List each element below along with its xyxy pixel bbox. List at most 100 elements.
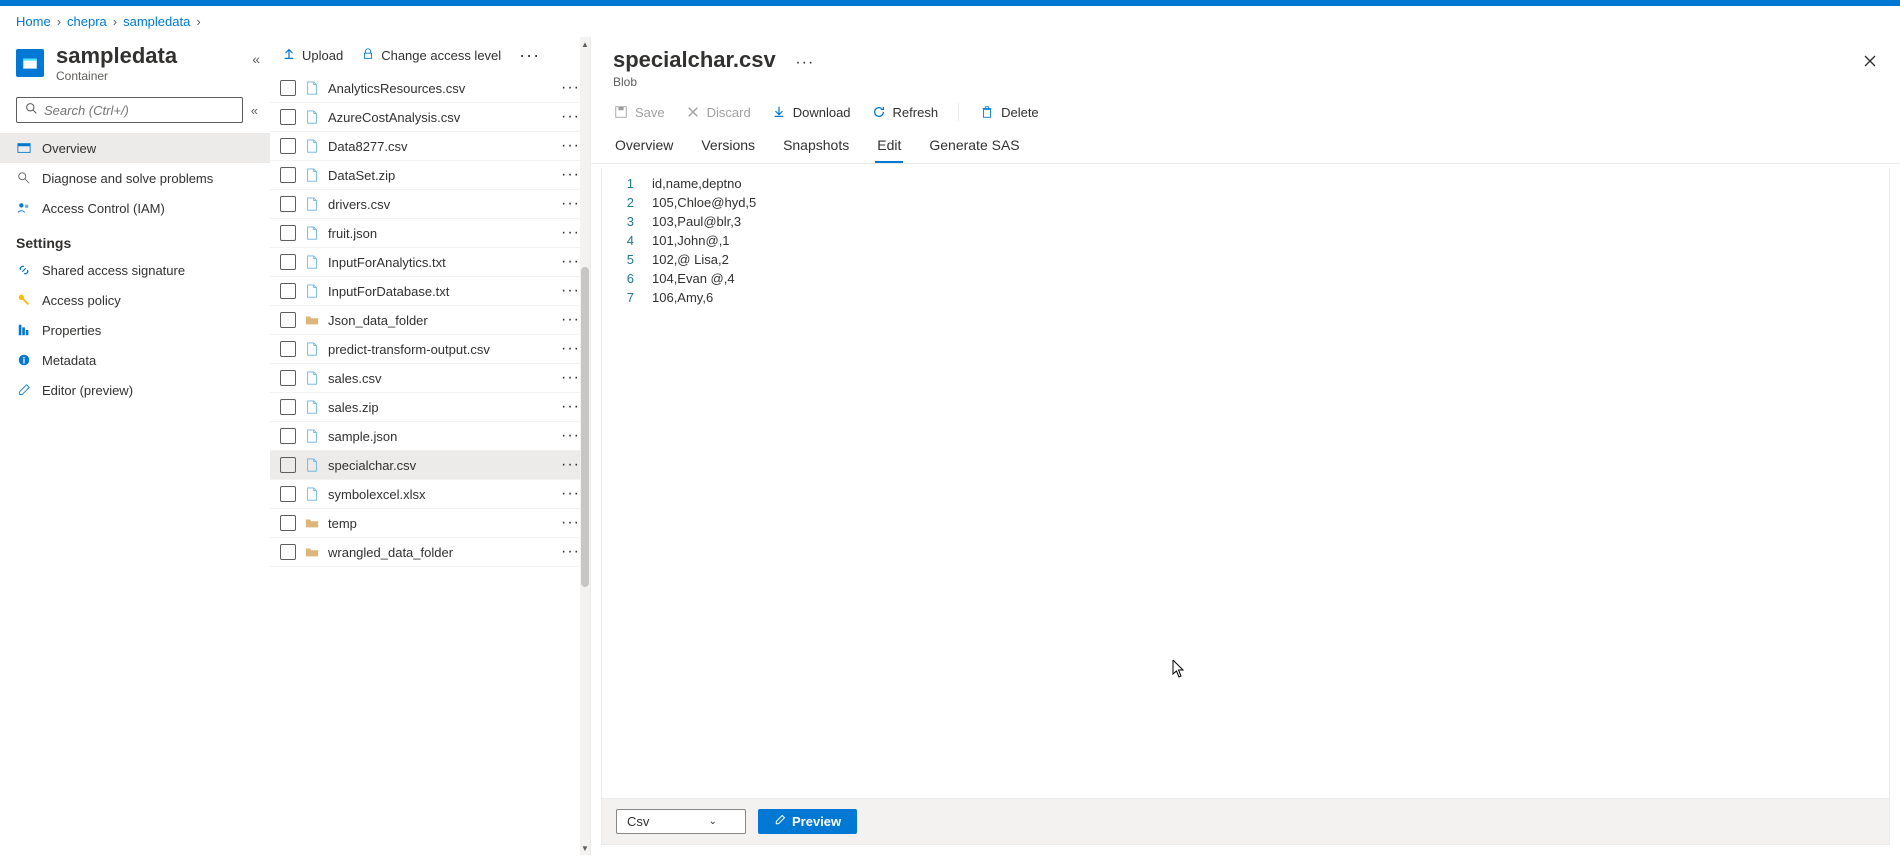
checkbox[interactable] bbox=[280, 138, 296, 154]
more-actions-button[interactable]: ··· bbox=[519, 45, 540, 66]
file-row[interactable]: wrangled_data_folder··· bbox=[270, 538, 590, 567]
file-row[interactable]: Json_data_folder··· bbox=[270, 306, 590, 335]
file-more-actions[interactable]: ··· bbox=[561, 253, 580, 271]
checkbox[interactable] bbox=[280, 341, 296, 357]
checkbox[interactable] bbox=[280, 544, 296, 560]
nav-access-policy[interactable]: Access policy bbox=[0, 285, 270, 315]
breadcrumb-home[interactable]: Home bbox=[16, 14, 51, 29]
file-more-actions[interactable]: ··· bbox=[561, 195, 580, 213]
code-content[interactable]: id,name,deptno105,Chloe@hyd,5103,Paul@bl… bbox=[652, 174, 1889, 792]
file-more-actions[interactable]: ··· bbox=[561, 311, 580, 329]
search-field[interactable] bbox=[44, 103, 234, 118]
file-row[interactable]: InputForDatabase.txt··· bbox=[270, 277, 590, 306]
tab-generate-sas[interactable]: Generate SAS bbox=[927, 129, 1021, 163]
scrollbar-thumb[interactable] bbox=[581, 267, 589, 587]
file-more-actions[interactable]: ··· bbox=[561, 108, 580, 126]
checkbox[interactable] bbox=[280, 399, 296, 415]
checkbox[interactable] bbox=[280, 515, 296, 531]
tab-snapshots[interactable]: Snapshots bbox=[781, 129, 851, 163]
code-line[interactable]: 102,@ Lisa,2 bbox=[652, 250, 1889, 269]
file-more-actions[interactable]: ··· bbox=[561, 166, 580, 184]
file-row[interactable]: sales.csv··· bbox=[270, 364, 590, 393]
format-select[interactable]: Csv ⌄ bbox=[616, 809, 746, 834]
checkbox[interactable] bbox=[280, 486, 296, 502]
preview-button[interactable]: Preview bbox=[758, 809, 857, 834]
checkbox[interactable] bbox=[280, 196, 296, 212]
file-row[interactable]: fruit.json··· bbox=[270, 219, 590, 248]
file-row[interactable]: AnalyticsResources.csv ··· bbox=[270, 74, 590, 103]
scroll-up-icon[interactable]: ▲ bbox=[580, 37, 590, 51]
checkbox[interactable] bbox=[280, 283, 296, 299]
refresh-button[interactable]: Refresh bbox=[871, 104, 939, 120]
code-line[interactable]: 105,Chloe@hyd,5 bbox=[652, 193, 1889, 212]
file-more-actions[interactable]: ··· bbox=[561, 514, 580, 532]
key-icon bbox=[16, 292, 32, 308]
nav-metadata[interactable]: i Metadata bbox=[0, 345, 270, 375]
checkbox[interactable] bbox=[280, 370, 296, 386]
file-more-actions[interactable]: ··· bbox=[561, 485, 580, 503]
nav-diagnose[interactable]: Diagnose and solve problems bbox=[0, 163, 270, 193]
file-row[interactable]: drivers.csv··· bbox=[270, 190, 590, 219]
file-name: AnalyticsResources.csv bbox=[328, 81, 553, 96]
file-row[interactable]: sample.json··· bbox=[270, 422, 590, 451]
checkbox[interactable] bbox=[280, 109, 296, 125]
file-row[interactable]: temp··· bbox=[270, 509, 590, 538]
file-row[interactable]: specialchar.csv ··· bbox=[270, 451, 590, 480]
search-input[interactable] bbox=[16, 97, 243, 123]
file-row[interactable]: AzureCostAnalysis.csv··· bbox=[270, 103, 590, 132]
blob-more-actions[interactable]: ··· bbox=[795, 50, 814, 71]
upload-button[interactable]: Upload bbox=[282, 47, 343, 64]
file-more-actions[interactable]: ··· bbox=[561, 369, 580, 387]
checkbox[interactable] bbox=[280, 167, 296, 183]
change-access-button[interactable]: Change access level bbox=[361, 47, 501, 64]
code-line[interactable]: 106,Amy,6 bbox=[652, 288, 1889, 307]
svg-text:i: i bbox=[23, 356, 25, 366]
tab-overview[interactable]: Overview bbox=[613, 129, 675, 163]
close-button[interactable] bbox=[1862, 47, 1878, 74]
file-more-actions[interactable]: ··· bbox=[561, 79, 580, 97]
delete-button[interactable]: Delete bbox=[979, 104, 1039, 120]
file-more-actions[interactable]: ··· bbox=[561, 543, 580, 561]
nav-label: Access policy bbox=[42, 293, 121, 308]
file-row[interactable]: symbolexcel.xlsx··· bbox=[270, 480, 590, 509]
file-row[interactable]: InputForAnalytics.txt··· bbox=[270, 248, 590, 277]
checkbox[interactable] bbox=[280, 457, 296, 473]
code-line[interactable]: 104,Evan @,4 bbox=[652, 269, 1889, 288]
code-line[interactable]: id,name,deptno bbox=[652, 174, 1889, 193]
checkbox[interactable] bbox=[280, 225, 296, 241]
checkbox[interactable] bbox=[280, 312, 296, 328]
code-line[interactable]: 103,Paul@blr,3 bbox=[652, 212, 1889, 231]
file-row[interactable]: DataSet.zip··· bbox=[270, 161, 590, 190]
scrollbar[interactable]: ▲ ▼ bbox=[580, 37, 590, 855]
file-more-actions[interactable]: ··· bbox=[561, 456, 580, 474]
download-button[interactable]: Download bbox=[771, 104, 851, 120]
file-name: specialchar.csv bbox=[328, 458, 553, 473]
scroll-down-icon[interactable]: ▼ bbox=[580, 841, 590, 855]
nav-sas[interactable]: Shared access signature bbox=[0, 255, 270, 285]
file-more-actions[interactable]: ··· bbox=[561, 398, 580, 416]
file-more-actions[interactable]: ··· bbox=[561, 282, 580, 300]
nav-iam[interactable]: Access Control (IAM) bbox=[0, 193, 270, 223]
code-line[interactable]: 101,John@,1 bbox=[652, 231, 1889, 250]
file-row[interactable]: Data8277.csv··· bbox=[270, 132, 590, 161]
checkbox[interactable] bbox=[280, 254, 296, 270]
nav-properties[interactable]: Properties bbox=[0, 315, 270, 345]
file-row[interactable]: sales.zip··· bbox=[270, 393, 590, 422]
collapse-chevron-icon[interactable]: « bbox=[252, 51, 260, 67]
file-more-actions[interactable]: ··· bbox=[561, 224, 580, 242]
nav-editor[interactable]: Editor (preview) bbox=[0, 375, 270, 405]
breadcrumb-account[interactable]: chepra bbox=[67, 14, 107, 29]
checkbox[interactable] bbox=[280, 80, 296, 96]
collapse-nav-icon[interactable]: « bbox=[251, 103, 258, 118]
nav-overview[interactable]: Overview bbox=[0, 133, 270, 163]
checkbox[interactable] bbox=[280, 428, 296, 444]
file-more-actions[interactable]: ··· bbox=[561, 427, 580, 445]
file-more-actions[interactable]: ··· bbox=[561, 137, 580, 155]
chevron-right-icon: › bbox=[57, 14, 61, 29]
tab-edit[interactable]: Edit bbox=[875, 129, 903, 163]
file-row[interactable]: predict-transform-output.csv··· bbox=[270, 335, 590, 364]
file-more-actions[interactable]: ··· bbox=[561, 340, 580, 358]
code-editor[interactable]: 1234567 id,name,deptno105,Chloe@hyd,5103… bbox=[601, 168, 1890, 799]
tab-versions[interactable]: Versions bbox=[699, 129, 757, 163]
breadcrumb-container[interactable]: sampledata bbox=[123, 14, 190, 29]
